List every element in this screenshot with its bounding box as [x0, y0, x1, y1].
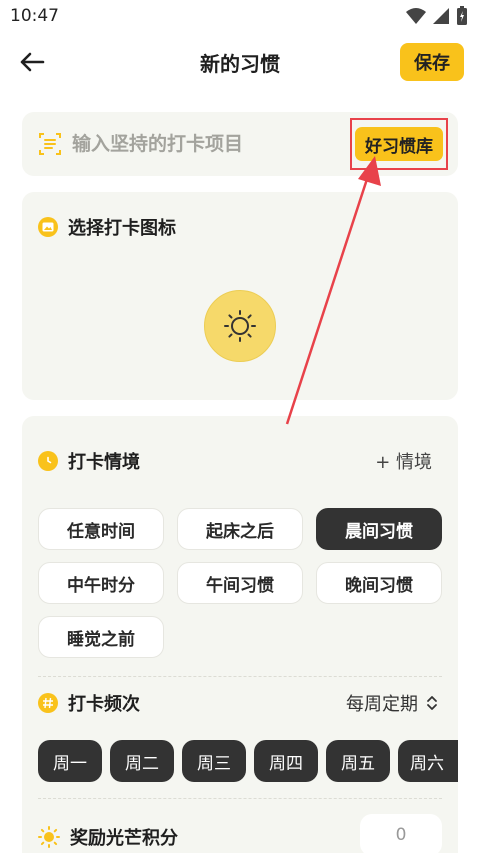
sun-icon — [224, 310, 256, 342]
scenario-chip-before-sleep[interactable]: 睡觉之前 — [38, 616, 164, 658]
scenario-chip-noon[interactable]: 中午时分 — [38, 562, 164, 604]
scenario-chip-evening[interactable]: 晚间习惯 — [316, 562, 442, 604]
frequency-mode-select[interactable]: 每周定期 — [346, 690, 438, 716]
day-chip-mon[interactable]: 周一 — [38, 740, 102, 782]
sun-icon — [38, 826, 60, 848]
reward-section-title: 奖励光芒积分 — [38, 824, 178, 850]
habit-name-input[interactable] — [72, 130, 342, 158]
scenario-chip-morning[interactable]: 晨间习惯 — [316, 508, 442, 550]
hash-icon — [38, 693, 58, 713]
scenario-chip-midday[interactable]: 午间习惯 — [177, 562, 303, 604]
list-icon — [39, 133, 61, 155]
add-scenario-button[interactable]: + 情境 — [375, 448, 432, 474]
scenario-section-label: 打卡情境 — [68, 452, 140, 473]
chevron-up-down-icon — [427, 696, 437, 710]
divider — [38, 676, 442, 677]
settings-card: 打卡情境 + 情境 任意时间 起床之后 晨间习惯 中午时分 午间习惯 晚间习惯 … — [22, 416, 458, 853]
scenario-chip-anytime[interactable]: 任意时间 — [38, 508, 164, 550]
save-button[interactable]: 保存 — [400, 43, 464, 81]
frequency-section-title: 打卡频次 — [38, 690, 140, 716]
status-time: 10:47 — [10, 6, 59, 26]
frequency-section-label: 打卡频次 — [68, 694, 140, 715]
app-header: 新的习惯 保存 — [0, 36, 480, 86]
icon-section-title: 选择打卡图标 — [38, 214, 176, 240]
day-chip-wed[interactable]: 周三 — [182, 740, 246, 782]
scenario-chip-after-waking[interactable]: 起床之后 — [177, 508, 303, 550]
day-chip-sat[interactable]: 周六 — [398, 740, 458, 782]
habit-library-button[interactable]: 好习惯库 — [355, 127, 443, 161]
selected-habit-icon[interactable] — [204, 290, 276, 362]
signal-icon — [433, 8, 449, 24]
image-icon — [38, 217, 58, 237]
icon-select-card: 选择打卡图标 — [22, 192, 458, 400]
icon-section-label: 选择打卡图标 — [68, 218, 176, 239]
habit-library-highlight[interactable]: 好习惯库 — [350, 118, 448, 170]
battery-icon — [457, 6, 467, 25]
divider — [38, 798, 442, 799]
scenario-section-title: 打卡情境 — [38, 448, 140, 474]
status-icons — [406, 6, 468, 26]
clock-icon — [38, 451, 58, 471]
day-chip-fri[interactable]: 周五 — [326, 740, 390, 782]
habit-input-card: 好习惯库 — [22, 112, 458, 176]
frequency-mode-value: 每周定期 — [346, 694, 418, 715]
day-chip-tue[interactable]: 周二 — [110, 740, 174, 782]
reward-section-label: 奖励光芒积分 — [70, 828, 178, 849]
wifi-icon — [406, 8, 426, 24]
reward-points-input[interactable]: 0 — [360, 814, 442, 853]
status-bar: 10:47 — [0, 0, 480, 32]
day-chip-thu[interactable]: 周四 — [254, 740, 318, 782]
